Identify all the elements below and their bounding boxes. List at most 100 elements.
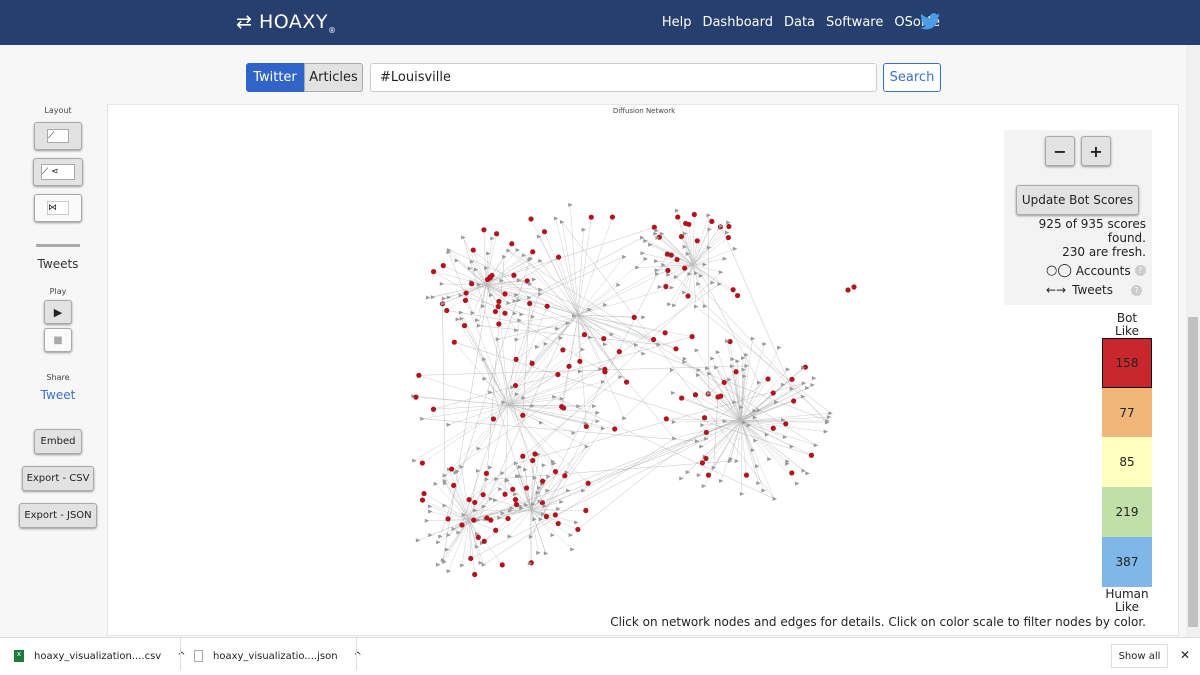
tweet-edge-arrow[interactable] (682, 356, 688, 361)
tweet-edge-arrow[interactable] (764, 432, 770, 437)
tweet-edge-arrow[interactable] (801, 468, 806, 473)
account-node[interactable] (562, 473, 568, 479)
tweet-edge-arrow[interactable] (538, 420, 544, 425)
account-node[interactable] (721, 379, 727, 386)
account-node[interactable] (555, 371, 561, 378)
network-edge[interactable] (483, 229, 487, 286)
network-edge[interactable] (720, 226, 792, 390)
network-edge[interactable] (478, 404, 509, 449)
account-node[interactable] (560, 347, 566, 353)
account-node[interactable] (709, 218, 715, 224)
tweet-edge-arrow[interactable] (750, 336, 756, 341)
account-node[interactable] (663, 416, 669, 422)
account-node[interactable] (419, 460, 425, 466)
tweet-edge-arrow[interactable] (756, 481, 761, 486)
tweet-edge-arrow[interactable] (696, 473, 702, 478)
tweet-edge-arrow[interactable] (424, 518, 430, 523)
tweet-edge-arrow[interactable] (710, 280, 716, 285)
tweet-edge-arrow[interactable] (530, 314, 536, 319)
account-node[interactable] (499, 562, 505, 568)
tweet-edge-arrow[interactable] (430, 295, 436, 300)
account-node[interactable] (451, 339, 457, 345)
account-node[interactable] (511, 272, 517, 278)
export-csv-button[interactable]: Export - CSV (22, 466, 94, 491)
account-node[interactable] (686, 221, 692, 227)
account-node[interactable] (609, 214, 616, 220)
account-node[interactable] (490, 416, 497, 422)
tweet-edge-arrow[interactable] (701, 484, 707, 489)
account-node[interactable] (808, 452, 815, 458)
account-node[interactable] (581, 332, 588, 338)
tweet-edge-arrow[interactable] (433, 481, 439, 486)
account-node[interactable] (472, 499, 478, 506)
account-node[interactable] (682, 265, 688, 271)
account-node[interactable] (583, 507, 589, 514)
tweet-edge-arrow[interactable] (475, 468, 481, 473)
tweet-edge-arrow[interactable] (714, 365, 719, 370)
tweet-edge-arrow[interactable] (538, 287, 543, 292)
account-node[interactable] (544, 303, 550, 309)
network-edge[interactable] (448, 249, 677, 350)
account-node[interactable] (419, 497, 426, 503)
account-node[interactable] (528, 216, 534, 222)
scale-bin-2[interactable]: 77 (1102, 388, 1152, 437)
tweet-edge-arrow[interactable] (696, 281, 701, 286)
network-edge[interactable] (740, 420, 826, 432)
account-node[interactable] (845, 287, 851, 293)
network-edge[interactable] (507, 320, 520, 406)
network-edge[interactable] (516, 314, 579, 360)
tweet-edge-arrow[interactable] (527, 295, 532, 300)
account-node[interactable] (430, 406, 437, 412)
account-node[interactable] (851, 284, 857, 290)
account-node[interactable] (481, 227, 487, 233)
tweet-edge-arrow[interactable] (666, 272, 671, 277)
network-edge[interactable] (443, 519, 470, 563)
search-button[interactable]: Search (883, 63, 941, 92)
tweet-edge-arrow[interactable] (442, 560, 447, 565)
account-node[interactable] (461, 323, 468, 329)
tweet-edge-arrow[interactable] (559, 499, 564, 504)
tweet-edge-arrow[interactable] (566, 488, 571, 493)
tweet-edge-arrow[interactable] (801, 381, 807, 386)
account-node[interactable] (512, 497, 519, 503)
tweet-edge-arrow[interactable] (519, 312, 524, 317)
tweet-edge-arrow[interactable] (446, 422, 452, 427)
network-edge[interactable] (577, 217, 592, 316)
account-node[interactable] (513, 501, 520, 508)
tweet-edge-arrow[interactable] (679, 476, 684, 481)
tweet-edge-arrow[interactable] (458, 293, 464, 298)
tweet-link[interactable]: Tweet (28, 388, 88, 402)
tweet-edge-arrow[interactable] (455, 317, 461, 322)
network-edge[interactable] (473, 249, 530, 298)
tweet-edge-arrow[interactable] (543, 551, 549, 556)
download-item-json[interactable]: hoaxy_visualizatio....json ^ (194, 650, 362, 662)
account-node[interactable] (520, 453, 526, 459)
account-node[interactable] (502, 310, 508, 316)
account-node[interactable] (673, 346, 679, 352)
account-node[interactable] (416, 372, 422, 378)
scale-bin-3[interactable]: 85 (1102, 437, 1152, 487)
account-node[interactable] (588, 214, 594, 220)
account-node[interactable] (730, 287, 736, 293)
network-edge[interactable] (471, 281, 579, 316)
tab-articles[interactable]: Articles (304, 63, 363, 92)
tweet-edge-arrow[interactable] (826, 415, 832, 420)
account-node[interactable] (612, 426, 618, 432)
download-item-csv[interactable]: x hoaxy_visualization....csv ^ (14, 650, 186, 662)
account-node[interactable] (444, 307, 450, 314)
tweet-edge-arrow[interactable] (698, 273, 704, 278)
network-edge[interactable] (507, 371, 605, 406)
tweet-edge-arrow[interactable] (428, 533, 433, 538)
tweet-edge-arrow[interactable] (574, 520, 579, 525)
tweet-edge-arrow[interactable] (543, 341, 549, 346)
account-node[interactable] (529, 360, 535, 367)
account-node[interactable] (462, 297, 469, 303)
account-node[interactable] (616, 349, 622, 355)
network-edge[interactable] (740, 420, 816, 446)
tweet-edge-arrow[interactable] (570, 547, 575, 552)
tweet-edge-arrow[interactable] (667, 302, 672, 307)
tweet-edge-arrow[interactable] (754, 464, 760, 469)
account-node[interactable] (783, 421, 789, 427)
network-edge[interactable] (479, 227, 655, 285)
tweet-edge-arrow[interactable] (497, 515, 502, 520)
